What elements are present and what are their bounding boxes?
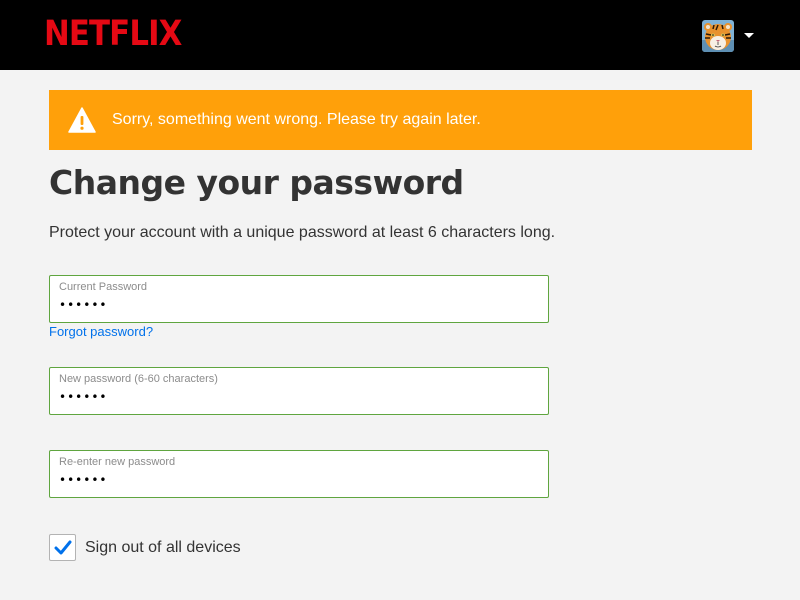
profile-avatar[interactable] xyxy=(702,20,734,52)
top-header: NETFLIX xyxy=(0,0,800,70)
new-password-label: New password (6-60 characters) xyxy=(59,373,218,385)
alert-message: Sorry, something went wrong. Please try … xyxy=(112,111,481,128)
confirm-password-input[interactable] xyxy=(59,472,529,488)
checkmark-icon xyxy=(54,540,72,555)
confirm-password-field[interactable]: Re-enter new password xyxy=(49,450,549,498)
caret-down-icon[interactable] xyxy=(744,33,754,38)
page-subtitle: Protect your account with a unique passw… xyxy=(49,224,556,241)
tiger-avatar-icon xyxy=(702,20,734,52)
confirm-password-label: Re-enter new password xyxy=(59,456,176,468)
current-password-field[interactable]: Current Password xyxy=(49,275,549,323)
sign-out-all-checkbox[interactable] xyxy=(49,534,76,561)
new-password-field[interactable]: New password (6-60 characters) xyxy=(49,367,549,415)
forgot-password-link[interactable]: Forgot password? xyxy=(49,324,153,339)
current-password-label: Current Password xyxy=(59,281,148,293)
new-password-input[interactable] xyxy=(59,389,529,405)
error-alert-banner: Sorry, something went wrong. Please try … xyxy=(49,90,752,150)
warning-icon xyxy=(68,107,96,133)
page-title: Change your password xyxy=(49,163,464,202)
current-password-input[interactable] xyxy=(59,297,529,313)
netflix-logo[interactable]: NETFLIX xyxy=(44,14,182,54)
sign-out-all-label[interactable]: Sign out of all devices xyxy=(85,539,241,557)
